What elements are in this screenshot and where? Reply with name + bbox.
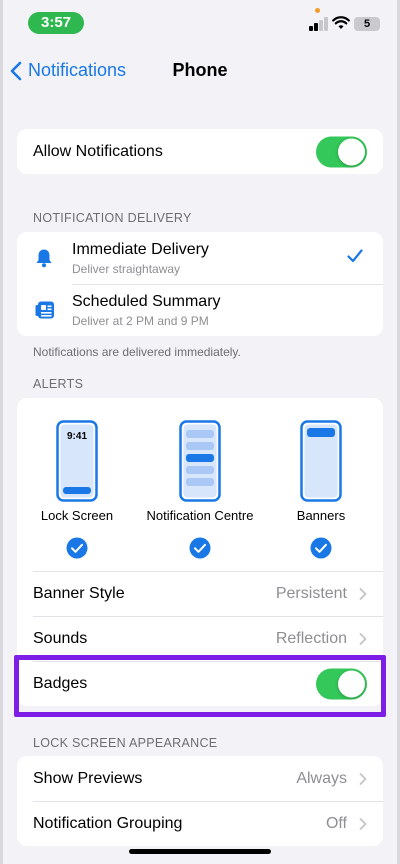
delivery-footnote: Notifications are delivered immediately. [33, 345, 241, 359]
delivery-section-header: NOTIFICATION DELIVERY [33, 211, 192, 225]
allow-notifications-row: Allow Notifications [17, 129, 383, 174]
lock-screen-phone-icon: 9:41 [56, 420, 98, 502]
delivery-option-immediate[interactable]: Immediate Delivery Deliver straightaway [17, 232, 383, 284]
lock-screen-time: 9:41 [67, 431, 87, 442]
banner-style-value: Persistent [275, 585, 347, 602]
page-title: Phone [172, 60, 228, 80]
lock-screen-card: Show Previews Always Notification Groupi… [17, 756, 383, 846]
lock-screen-section-header: LOCK SCREEN APPEARANCE [33, 736, 218, 750]
alert-option-banners[interactable]: Banners [261, 420, 381, 559]
delivery-card: Immediate Delivery Deliver straightaway … [17, 232, 383, 336]
chevron-right-icon [359, 588, 367, 600]
delivery-option-title: Scheduled Summary [72, 293, 221, 310]
check-circle-icon [189, 537, 211, 559]
notification-grouping-value: Off [325, 814, 347, 832]
notification-grouping-row[interactable]: Notification Grouping Off [17, 801, 383, 846]
alert-option-lock-screen[interactable]: 9:41 Lock Screen [17, 420, 137, 559]
alert-option-label: Lock Screen [40, 508, 114, 523]
alert-option-notification-centre[interactable]: Notification Centre [140, 420, 260, 559]
banner-style-row[interactable]: Banner Style Persistent [33, 571, 383, 616]
home-indicator[interactable] [129, 849, 271, 854]
navigation-bar: Notifications Phone [0, 52, 400, 92]
bell-icon [36, 249, 52, 268]
check-circle-icon [66, 537, 88, 559]
sounds-label: Sounds [33, 629, 88, 647]
battery-indicator: 5 [354, 17, 380, 31]
delivery-option-scheduled[interactable]: Scheduled Summary Deliver at 2 PM and 9 … [17, 284, 383, 336]
delivery-option-title: Immediate Delivery [72, 241, 209, 258]
chevron-right-icon [359, 772, 367, 785]
alert-option-label: Notification Centre [146, 508, 254, 523]
notification-grouping-label: Notification Grouping [33, 814, 183, 832]
alert-option-label: Banners [296, 508, 346, 523]
check-circle-icon [310, 537, 332, 559]
chevron-right-icon [359, 817, 367, 830]
banners-phone-icon [300, 420, 342, 502]
delivery-option-subtitle: Deliver at 2 PM and 9 PM [72, 314, 209, 328]
sounds-value: Reflection [275, 629, 347, 647]
cellular-signal-icon [309, 17, 329, 31]
alerts-section-header: ALERTS [33, 377, 84, 391]
show-previews-value: Always [296, 769, 347, 787]
summary-icon [35, 301, 54, 319]
privacy-indicator-dot [315, 8, 320, 13]
alert-style-picker: 9:41 Lock Screen Notification Centre Ban… [17, 398, 383, 571]
allow-notifications-card: Allow Notifications [17, 129, 383, 174]
wifi-icon [332, 16, 350, 29]
allow-notifications-label: Allow Notifications [33, 142, 163, 160]
checkmark-icon [347, 249, 363, 263]
allow-notifications-toggle[interactable] [316, 136, 367, 167]
show-previews-row[interactable]: Show Previews Always [17, 756, 383, 801]
status-time: 3:57 [28, 12, 84, 34]
show-previews-label: Show Previews [33, 769, 143, 787]
banner-style-label: Banner Style [33, 585, 125, 602]
delivery-option-subtitle: Deliver straightaway [72, 262, 181, 276]
notification-centre-phone-icon [179, 420, 221, 502]
chevron-right-icon [359, 632, 367, 645]
status-bar: 3:57 5 [0, 0, 400, 44]
badges-highlight-box [14, 655, 386, 717]
